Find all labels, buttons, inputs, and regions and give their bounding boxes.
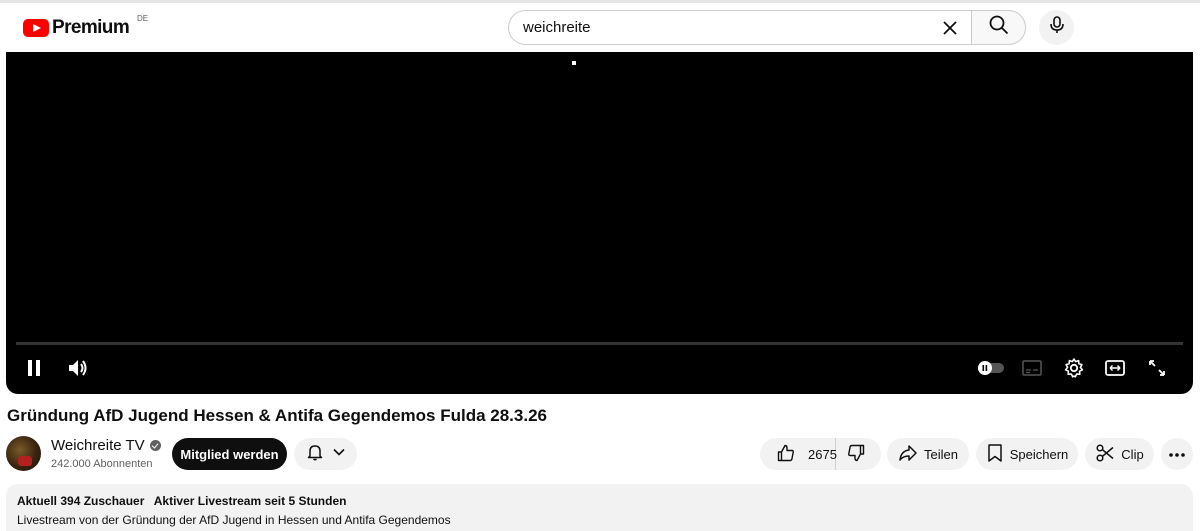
chevron-down-icon [332,445,346,464]
notification-button[interactable] [294,438,357,470]
more-actions-button[interactable] [1161,438,1193,470]
scissors-icon [1095,443,1121,466]
search-input-value: weichreite [523,19,591,36]
channel-name-text: Weichreite TV [51,437,145,454]
clip-label: Clip [1121,446,1144,462]
subtitles-button[interactable] [1020,359,1044,381]
fullscreen-button[interactable] [1145,358,1169,382]
progress-bar[interactable] [16,342,1183,345]
logo-country-code: DE [137,14,149,23]
viewer-count: Aktuell 394 Zuschauer [17,494,145,508]
video-player[interactable] [6,52,1193,394]
loading-indicator [572,61,576,65]
close-icon[interactable] [939,17,961,39]
avatar[interactable] [6,436,41,471]
subscriber-count: 242.000 Abonnenten [51,458,153,470]
save-label: Speichern [1009,446,1069,462]
video-title: Gründung AfD Jugend Hessen & Antifa Gege… [7,406,547,425]
more-horizontal-icon [1168,445,1186,463]
fullscreen-icon [1147,358,1167,383]
bookmark-icon [986,443,1010,466]
bell-icon [305,442,325,467]
pause-button[interactable] [23,359,45,381]
share-button[interactable]: Teilen [887,438,969,470]
subtitles-icon [1021,359,1043,382]
clip-button[interactable]: Clip [1085,438,1154,470]
youtube-premium-logo[interactable]: Premium DE [23,14,148,39]
verified-icon [149,440,161,451]
save-button[interactable]: Speichern [976,438,1078,470]
description-box[interactable]: Aktuell 394 Zuschauer Aktiver Livestream… [6,484,1193,531]
like-count: 2675 [808,446,837,462]
theater-mode-icon [1104,359,1126,382]
mute-button[interactable] [65,358,91,382]
mic-icon [1047,15,1067,40]
masthead: Premium DE weichreite [0,3,1200,52]
search-input[interactable]: weichreite [508,10,971,45]
youtube-logo-icon [23,19,49,37]
dislike-button[interactable] [836,443,881,466]
like-button[interactable]: 2675 [760,438,837,470]
search-icon [988,14,1010,41]
thumbs-down-icon [846,443,872,466]
thumbs-up-icon [776,443,802,466]
voice-search-button[interactable] [1039,10,1074,45]
logo-text: Premium [52,17,130,38]
pause-icon [25,359,43,382]
search-bar: weichreite [508,10,1026,45]
settings-button[interactable] [1062,357,1086,384]
like-dislike-group: 2675 [760,438,881,470]
description-meta: Aktuell 394 Zuschauer Aktiver Livestream… [17,494,1182,508]
theater-mode-button[interactable] [1103,359,1127,381]
autoplay-toggle[interactable] [976,360,1006,381]
channel-name[interactable]: Weichreite TV [51,437,161,454]
join-button[interactable]: Mitglied werden [172,438,287,470]
description-text: Livestream von der Gründung der AfD Juge… [17,513,451,527]
share-label: Teilen [924,446,958,462]
autoplay-toggle-icon [976,360,1006,381]
volume-icon [66,357,90,384]
live-status: Aktiver Livestream seit 5 Stunden [153,494,347,508]
share-icon [898,443,924,466]
search-button[interactable] [971,10,1026,45]
gear-icon [1063,357,1085,384]
